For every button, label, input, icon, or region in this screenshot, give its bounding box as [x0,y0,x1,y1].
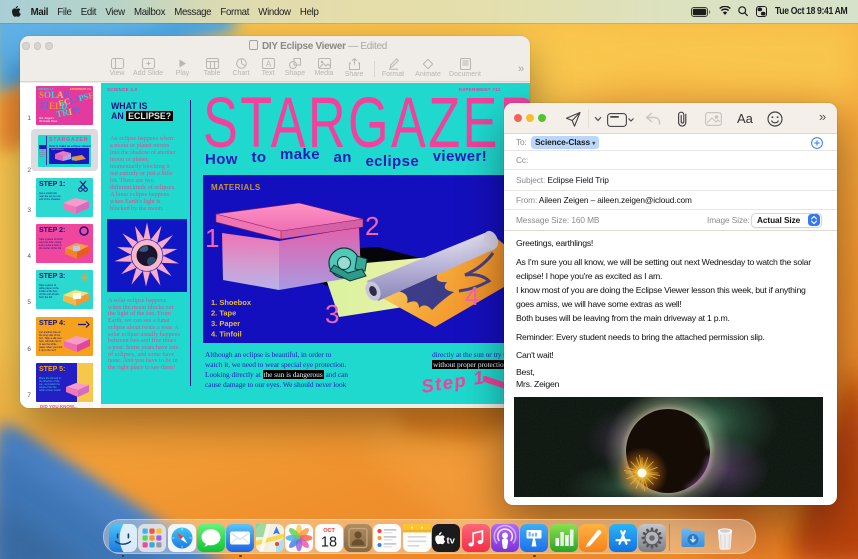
svg-text:3. Paper: 3. Paper [211,319,240,328]
svg-text:A: A [265,60,271,69]
svg-text:OCT: OCT [323,528,335,534]
svg-text:1: 1 [205,223,219,253]
svg-text:4: 4 [465,281,479,311]
svg-text:18: 18 [320,534,336,550]
svg-text:1. Shoebox: 1. Shoebox [211,298,252,307]
svg-text:3: 3 [325,299,339,329]
svg-text:4. Tinfoil: 4. Tinfoil [211,330,242,339]
svg-text:2: 2 [365,211,379,241]
svg-text:2. Tape: 2. Tape [211,309,236,318]
svg-text:MATERIALS: MATERIALS [211,183,261,192]
svg-text:tv: tv [447,535,456,546]
